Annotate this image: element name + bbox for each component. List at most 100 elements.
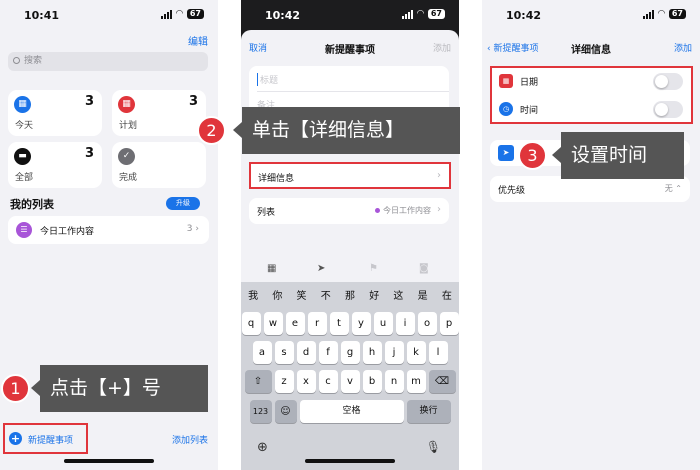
status-time: 10:41 bbox=[24, 9, 60, 22]
key-w[interactable]: w bbox=[263, 312, 283, 335]
status-bar: 10:41 ◠ 67 bbox=[0, 0, 218, 30]
key-g[interactable]: g bbox=[340, 341, 360, 364]
step-badge-3: 3 bbox=[518, 141, 547, 170]
key-q[interactable]: q bbox=[241, 312, 261, 335]
upgrade-button[interactable]: 升级 bbox=[166, 197, 200, 210]
time-toggle[interactable] bbox=[653, 101, 683, 118]
candidate-word[interactable]: 你 bbox=[272, 287, 282, 302]
key-t[interactable]: t bbox=[329, 312, 349, 335]
signal-icon bbox=[642, 9, 654, 19]
key-f[interactable]: f bbox=[318, 341, 338, 364]
date-toggle[interactable] bbox=[653, 73, 683, 90]
smart-list-all[interactable]: ▬ 3 全部 bbox=[8, 142, 102, 188]
calendar-icon: ▦ bbox=[14, 96, 31, 113]
key-l[interactable]: l bbox=[428, 341, 448, 364]
key-n[interactable]: n bbox=[384, 370, 404, 393]
list-value: 今日工作内容 bbox=[383, 206, 431, 215]
shift-key[interactable]: ⇧ bbox=[244, 370, 272, 393]
key-u[interactable]: u bbox=[373, 312, 393, 335]
date-time-group: ▦ 日期 ◷ 时间 bbox=[490, 66, 693, 124]
phone-details: 10:42 ◠ 67 ‹ 新提醒事项 详细信息 添加 ▦ 日期 ◷ 时间 ➤ 优… bbox=[482, 0, 700, 470]
home-indicator bbox=[64, 459, 154, 463]
priority-row[interactable]: 优先级 无 ⌃ bbox=[490, 176, 690, 202]
delete-key[interactable]: ⌫ bbox=[428, 370, 456, 393]
return-key[interactable]: 换行 bbox=[406, 400, 451, 423]
smart-list-scheduled[interactable]: ▦ 3 计划 bbox=[112, 90, 206, 136]
calendar-icon[interactable]: ▦ bbox=[267, 263, 276, 274]
key-o[interactable]: o bbox=[417, 312, 437, 335]
key-p[interactable]: p bbox=[439, 312, 459, 335]
signal-icon bbox=[160, 9, 172, 19]
calendar-icon: ▦ bbox=[118, 96, 135, 113]
numbers-key[interactable]: 123 bbox=[249, 400, 272, 423]
key-d[interactable]: d bbox=[296, 341, 316, 364]
list-count: 3 › bbox=[186, 224, 199, 234]
key-m[interactable]: m bbox=[406, 370, 426, 393]
space-key[interactable]: 空格 bbox=[299, 400, 404, 423]
edit-button[interactable]: 编辑 bbox=[188, 33, 208, 48]
date-row: ▦ 日期 bbox=[492, 68, 691, 95]
candidate-word[interactable]: 不 bbox=[321, 287, 331, 302]
wifi-icon: ◠ bbox=[657, 9, 665, 19]
my-lists-heading: 我的列表 bbox=[10, 198, 54, 211]
key-x[interactable]: x bbox=[296, 370, 316, 393]
key-b[interactable]: b bbox=[362, 370, 382, 393]
microphone-icon[interactable]: 🎙 bbox=[426, 440, 441, 454]
camera-icon[interactable]: ◙ bbox=[419, 263, 429, 274]
candidate-word[interactable]: 好 bbox=[369, 287, 379, 302]
candidate-word[interactable]: 是 bbox=[418, 287, 428, 302]
list-label: 列表 bbox=[257, 208, 276, 218]
key-v[interactable]: v bbox=[340, 370, 360, 393]
key-j[interactable]: j bbox=[384, 341, 404, 364]
globe-icon[interactable]: ⊕ bbox=[257, 440, 268, 455]
search-icon bbox=[13, 57, 20, 64]
callout-text: 单击【详细信息】 bbox=[252, 119, 405, 141]
smart-list-completed[interactable]: ✓ 完成 bbox=[112, 142, 206, 188]
key-r[interactable]: r bbox=[307, 312, 327, 335]
key-s[interactable]: s bbox=[274, 341, 294, 364]
candidate-word[interactable]: 那 bbox=[345, 287, 355, 302]
candidate-word[interactable]: 我 bbox=[248, 287, 258, 302]
wifi-icon: ◠ bbox=[416, 9, 424, 19]
candidate-word[interactable]: 在 bbox=[442, 287, 452, 302]
candidate-word[interactable]: 这 bbox=[393, 287, 403, 302]
key-y[interactable]: y bbox=[351, 312, 371, 335]
list-item[interactable]: ☰ 今日工作内容 3 › bbox=[8, 216, 209, 244]
battery-icon: 67 bbox=[427, 9, 445, 19]
list-bullet-icon: ☰ bbox=[16, 222, 32, 238]
new-reminder-button[interactable]: + 新提醒事项 bbox=[3, 423, 88, 454]
key-i[interactable]: i bbox=[395, 312, 415, 335]
plus-icon: + bbox=[9, 432, 22, 445]
flag-icon[interactable]: ⚑ bbox=[369, 263, 378, 274]
key-e[interactable]: e bbox=[285, 312, 305, 335]
today-label: 今天 bbox=[15, 121, 34, 131]
key-h[interactable]: h bbox=[362, 341, 382, 364]
chevron-right-icon: › bbox=[437, 204, 441, 215]
smart-list-today[interactable]: ▦ 3 今天 bbox=[8, 90, 102, 136]
scheduled-label: 计划 bbox=[119, 121, 138, 131]
add-list-button[interactable]: 添加列表 bbox=[172, 433, 208, 446]
all-count: 3 bbox=[84, 146, 94, 161]
all-label: 全部 bbox=[15, 173, 34, 183]
emoji-key[interactable]: ☺ bbox=[274, 400, 297, 423]
list-selector-row[interactable]: 列表 今日工作内容 › bbox=[249, 198, 449, 224]
priority-value: 无 ⌃ bbox=[664, 184, 682, 193]
title-input[interactable]: 标题 bbox=[257, 73, 278, 86]
candidate-word[interactable]: 笑 bbox=[297, 287, 307, 302]
status-time: 10:42 bbox=[265, 9, 301, 22]
key-a[interactable]: a bbox=[252, 341, 272, 364]
candidate-bar: 我你笑不那好这是在 bbox=[241, 282, 459, 306]
search-input[interactable]: 搜索 bbox=[8, 52, 208, 71]
location-icon[interactable]: ➤ bbox=[317, 263, 325, 274]
keyboard-toolbar: ▦ ➤ ⚑ ◙ bbox=[241, 258, 459, 282]
callout-step-1: 点击【+】号 bbox=[31, 365, 208, 412]
key-k[interactable]: k bbox=[406, 341, 426, 364]
add-button[interactable]: 添加 bbox=[674, 41, 692, 54]
key-z[interactable]: z bbox=[274, 370, 294, 393]
calendar-icon: ▦ bbox=[499, 74, 513, 88]
add-button[interactable]: 添加 bbox=[433, 41, 451, 54]
battery-icon: 67 bbox=[186, 9, 204, 19]
key-c[interactable]: c bbox=[318, 370, 338, 393]
callout-text: 设置时间 bbox=[571, 144, 648, 166]
details-row[interactable]: 详细信息 › bbox=[249, 162, 451, 189]
